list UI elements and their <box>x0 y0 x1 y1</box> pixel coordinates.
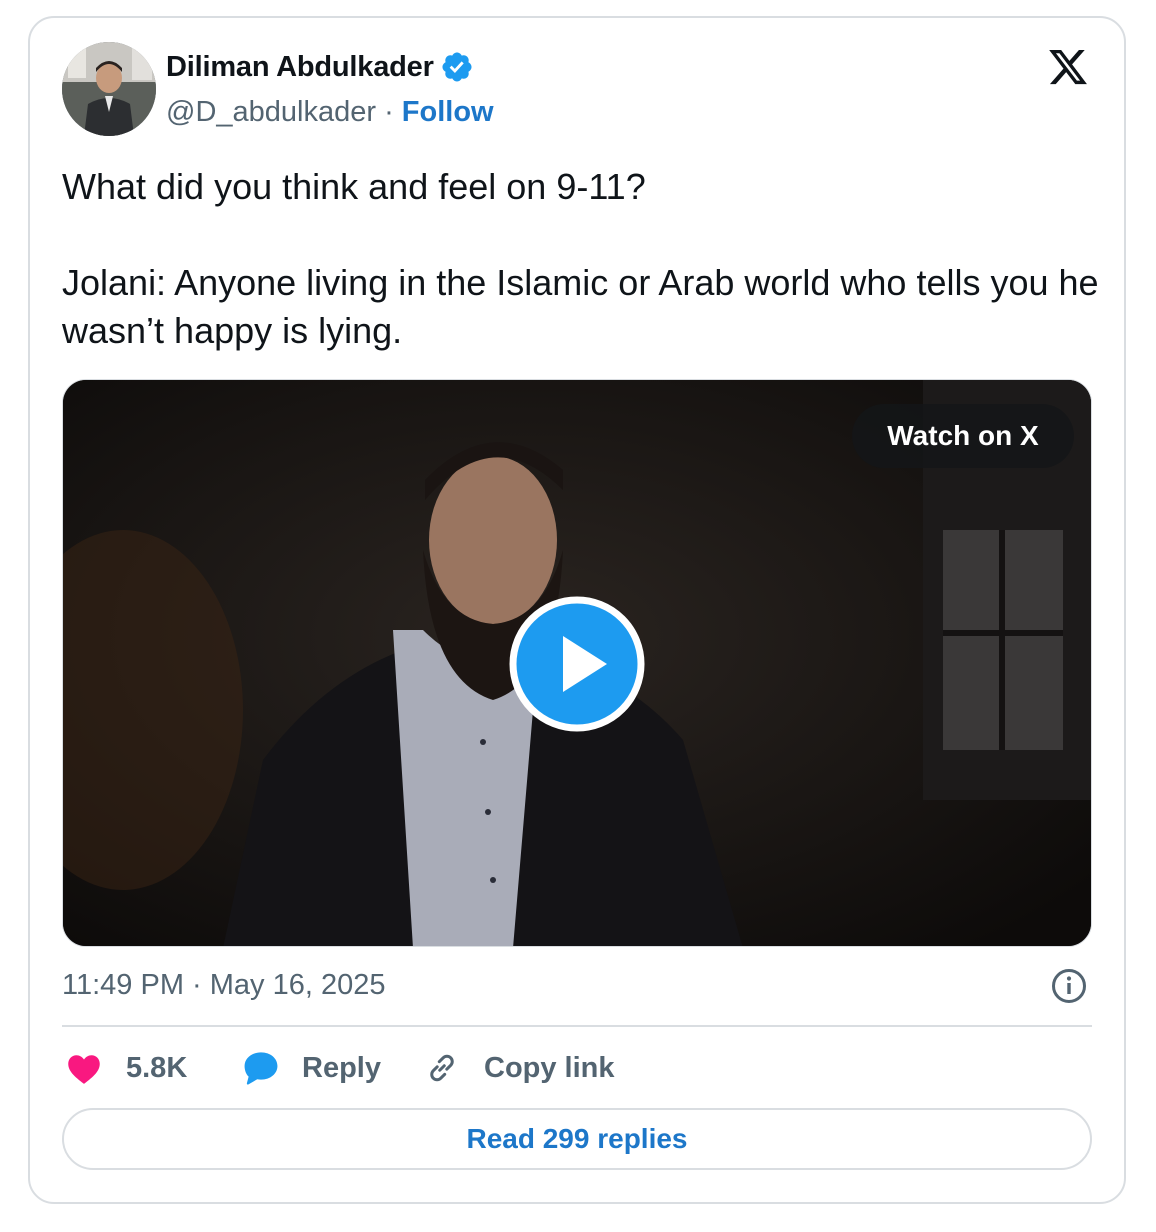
author-avatar[interactable] <box>62 42 156 136</box>
x-logo-icon[interactable] <box>1046 46 1090 88</box>
author-handle[interactable]: @D_abdulkader <box>166 96 376 128</box>
tweet-text: What did you think and feel on 9-11? Jol… <box>62 163 1102 355</box>
tweet-paragraph: Jolani: Anyone living in the Islamic or … <box>62 262 1099 351</box>
verified-badge-icon <box>442 52 472 82</box>
info-icon[interactable] <box>1050 967 1088 1005</box>
link-icon <box>430 1054 454 1082</box>
like-button[interactable]: 5.8K <box>66 1046 187 1090</box>
heart-icon <box>68 1055 100 1084</box>
author-name[interactable]: Diliman Abdulkader <box>166 51 434 84</box>
follow-button[interactable]: Follow <box>402 96 494 128</box>
reply-label: Reply <box>302 1051 381 1084</box>
read-replies-button[interactable]: Read 299 replies <box>62 1108 1092 1170</box>
reply-bubble-icon <box>244 1052 278 1085</box>
reply-button[interactable]: Reply <box>242 1046 381 1090</box>
like-count: 5.8K <box>126 1051 188 1084</box>
tweet-timestamp[interactable]: 11:49 PM · May 16, 2025 <box>62 969 385 1002</box>
tweet-paragraph: What did you think and feel on 9-11? <box>62 166 646 207</box>
copy-link-button[interactable]: Copy link <box>424 1046 615 1090</box>
handle-separator: · <box>384 96 402 128</box>
divider <box>62 1025 1092 1027</box>
play-icon[interactable] <box>509 596 645 732</box>
copy-link-label: Copy link <box>484 1051 615 1084</box>
watch-on-x-button[interactable]: Watch on X <box>852 404 1074 468</box>
